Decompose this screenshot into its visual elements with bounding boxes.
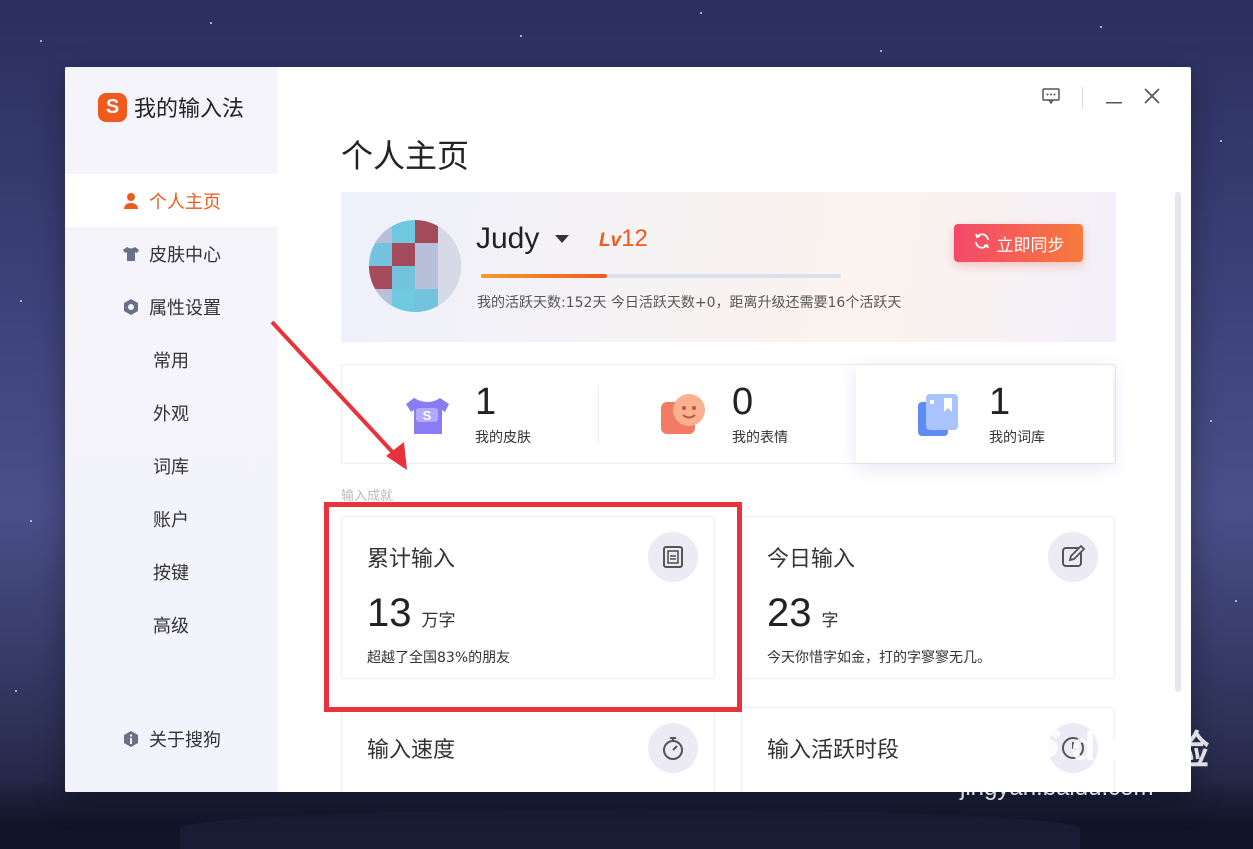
highlight-annotation-box [324, 502, 742, 712]
baidu-watermark: Bai du 经验 jingyan.baidu.com [960, 718, 1210, 802]
sidebar-item-appearance[interactable]: 外观 [65, 386, 278, 439]
count-value: 1 [475, 381, 497, 423]
achievement-value: 23 字 [767, 591, 839, 636]
level-progress-bar [481, 274, 841, 278]
feedback-button[interactable] [1032, 87, 1070, 109]
achievement-title: 输入活跃时段 [767, 738, 900, 763]
sidebar-item-about[interactable]: 关于搜狗 [65, 712, 221, 765]
achievement-number: 23 [767, 591, 812, 635]
sidebar-item-label: 按键 [153, 562, 189, 584]
sync-button[interactable]: 立即同步 [954, 224, 1083, 262]
close-button[interactable] [1133, 87, 1171, 109]
scrollbar[interactable] [1175, 192, 1181, 692]
count-skins[interactable]: S 1 我的皮肤 [342, 365, 599, 463]
sidebar: S 我的输入法 个人主页 皮肤中心 属性设置 常用 外观 词库 账户 按键 高级… [65, 67, 278, 792]
level-prefix: Lv [599, 230, 622, 251]
sync-button-label: 立即同步 [996, 235, 1065, 256]
count-value: 0 [732, 381, 754, 423]
skin-icon: S [406, 398, 449, 434]
sidebar-item-label: 词库 [153, 456, 189, 478]
sidebar-nav: 个人主页 皮肤中心 属性设置 常用 外观 词库 账户 按键 高级 [65, 174, 278, 651]
hexagon-icon [122, 298, 140, 316]
sidebar-item-label: 常用 [153, 350, 189, 372]
svg-text:S: S [423, 408, 432, 423]
sidebar-item-profile[interactable]: 个人主页 [65, 174, 278, 227]
controls-divider [1082, 87, 1083, 109]
sidebar-item-settings[interactable]: 属性设置 [65, 280, 278, 333]
caret-down-icon [555, 235, 570, 243]
achievement-title: 今日输入 [767, 547, 856, 572]
shirt-icon [122, 245, 140, 263]
level-progress-fill [481, 274, 607, 278]
username: Judy [476, 222, 540, 255]
sidebar-item-advanced[interactable]: 高级 [65, 598, 278, 651]
sidebar-item-keys[interactable]: 按键 [65, 545, 278, 598]
avatar[interactable] [369, 220, 461, 312]
count-dictionary[interactable]: 1 我的词库 [856, 365, 1113, 463]
activity-stats: 我的活跃天数:152天 今日活跃天数+0，距离升级还需要16个活跃天 [477, 295, 902, 311]
sidebar-item-label: 外观 [153, 403, 189, 425]
sidebar-item-label: 个人主页 [149, 191, 221, 213]
sidebar-item-label: 皮肤中心 [149, 244, 221, 266]
sync-icon [973, 232, 991, 255]
count-emoji[interactable]: 0 我的表情 [599, 365, 856, 463]
sidebar-item-label: 属性设置 [149, 297, 221, 319]
sidebar-item-dictionary[interactable]: 词库 [65, 439, 278, 492]
count-label: 我的皮肤 [475, 430, 531, 446]
sidebar-item-label: 高级 [153, 615, 189, 637]
app-title: 我的输入法 [134, 97, 245, 122]
page-title: 个人主页 [341, 137, 470, 175]
paw-icon [1031, 725, 1065, 770]
dictionary-icon [918, 394, 958, 436]
achievement-today-input: 今日输入 23 字 今天你惜字如金，打的字寥寥无几。 [741, 516, 1115, 679]
achievement-unit: 字 [821, 611, 839, 631]
count-label: 我的词库 [989, 430, 1045, 446]
minimize-icon [1106, 88, 1122, 109]
achievement-desc: 今天你惜字如金，打的字寥寥无几。 [767, 650, 991, 666]
count-value: 1 [989, 381, 1011, 423]
sidebar-item-label: 账户 [153, 509, 189, 531]
count-label: 我的表情 [732, 430, 788, 446]
close-icon [1144, 87, 1160, 109]
profile-card: Judy Lv12 我的活跃天数:152天 今日活跃天数+0，距离升级还需要16… [341, 192, 1116, 342]
collection-counts: S 1 我的皮肤 0 我的表情 1 我的词库 [341, 364, 1116, 464]
edit-icon[interactable] [1048, 532, 1098, 582]
achievement-title: 输入速度 [367, 738, 456, 763]
sogou-logo-icon: S [98, 92, 127, 122]
sidebar-item-account[interactable]: 账户 [65, 492, 278, 545]
window-controls [1032, 87, 1171, 109]
stopwatch-icon[interactable] [648, 723, 698, 773]
minimize-button[interactable] [1095, 88, 1133, 108]
level-badge: Lv12 [599, 225, 648, 253]
sidebar-item-common[interactable]: 常用 [65, 333, 278, 386]
person-icon [122, 192, 140, 210]
emoji-icon [661, 394, 705, 434]
sidebar-item-skins[interactable]: 皮肤中心 [65, 227, 278, 280]
username-dropdown[interactable]: Judy [476, 222, 570, 256]
achievement-input-speed: 输入速度 [341, 707, 715, 792]
info-icon [122, 730, 140, 748]
level-value: 12 [621, 225, 648, 252]
brand: S 我的输入法 [98, 91, 244, 123]
sidebar-item-label: 关于搜狗 [149, 729, 221, 751]
message-icon [1042, 87, 1060, 109]
watermark-url: jingyan.baidu.com [960, 774, 1154, 801]
watermark-brand: Bai du 经验 [960, 724, 1211, 774]
